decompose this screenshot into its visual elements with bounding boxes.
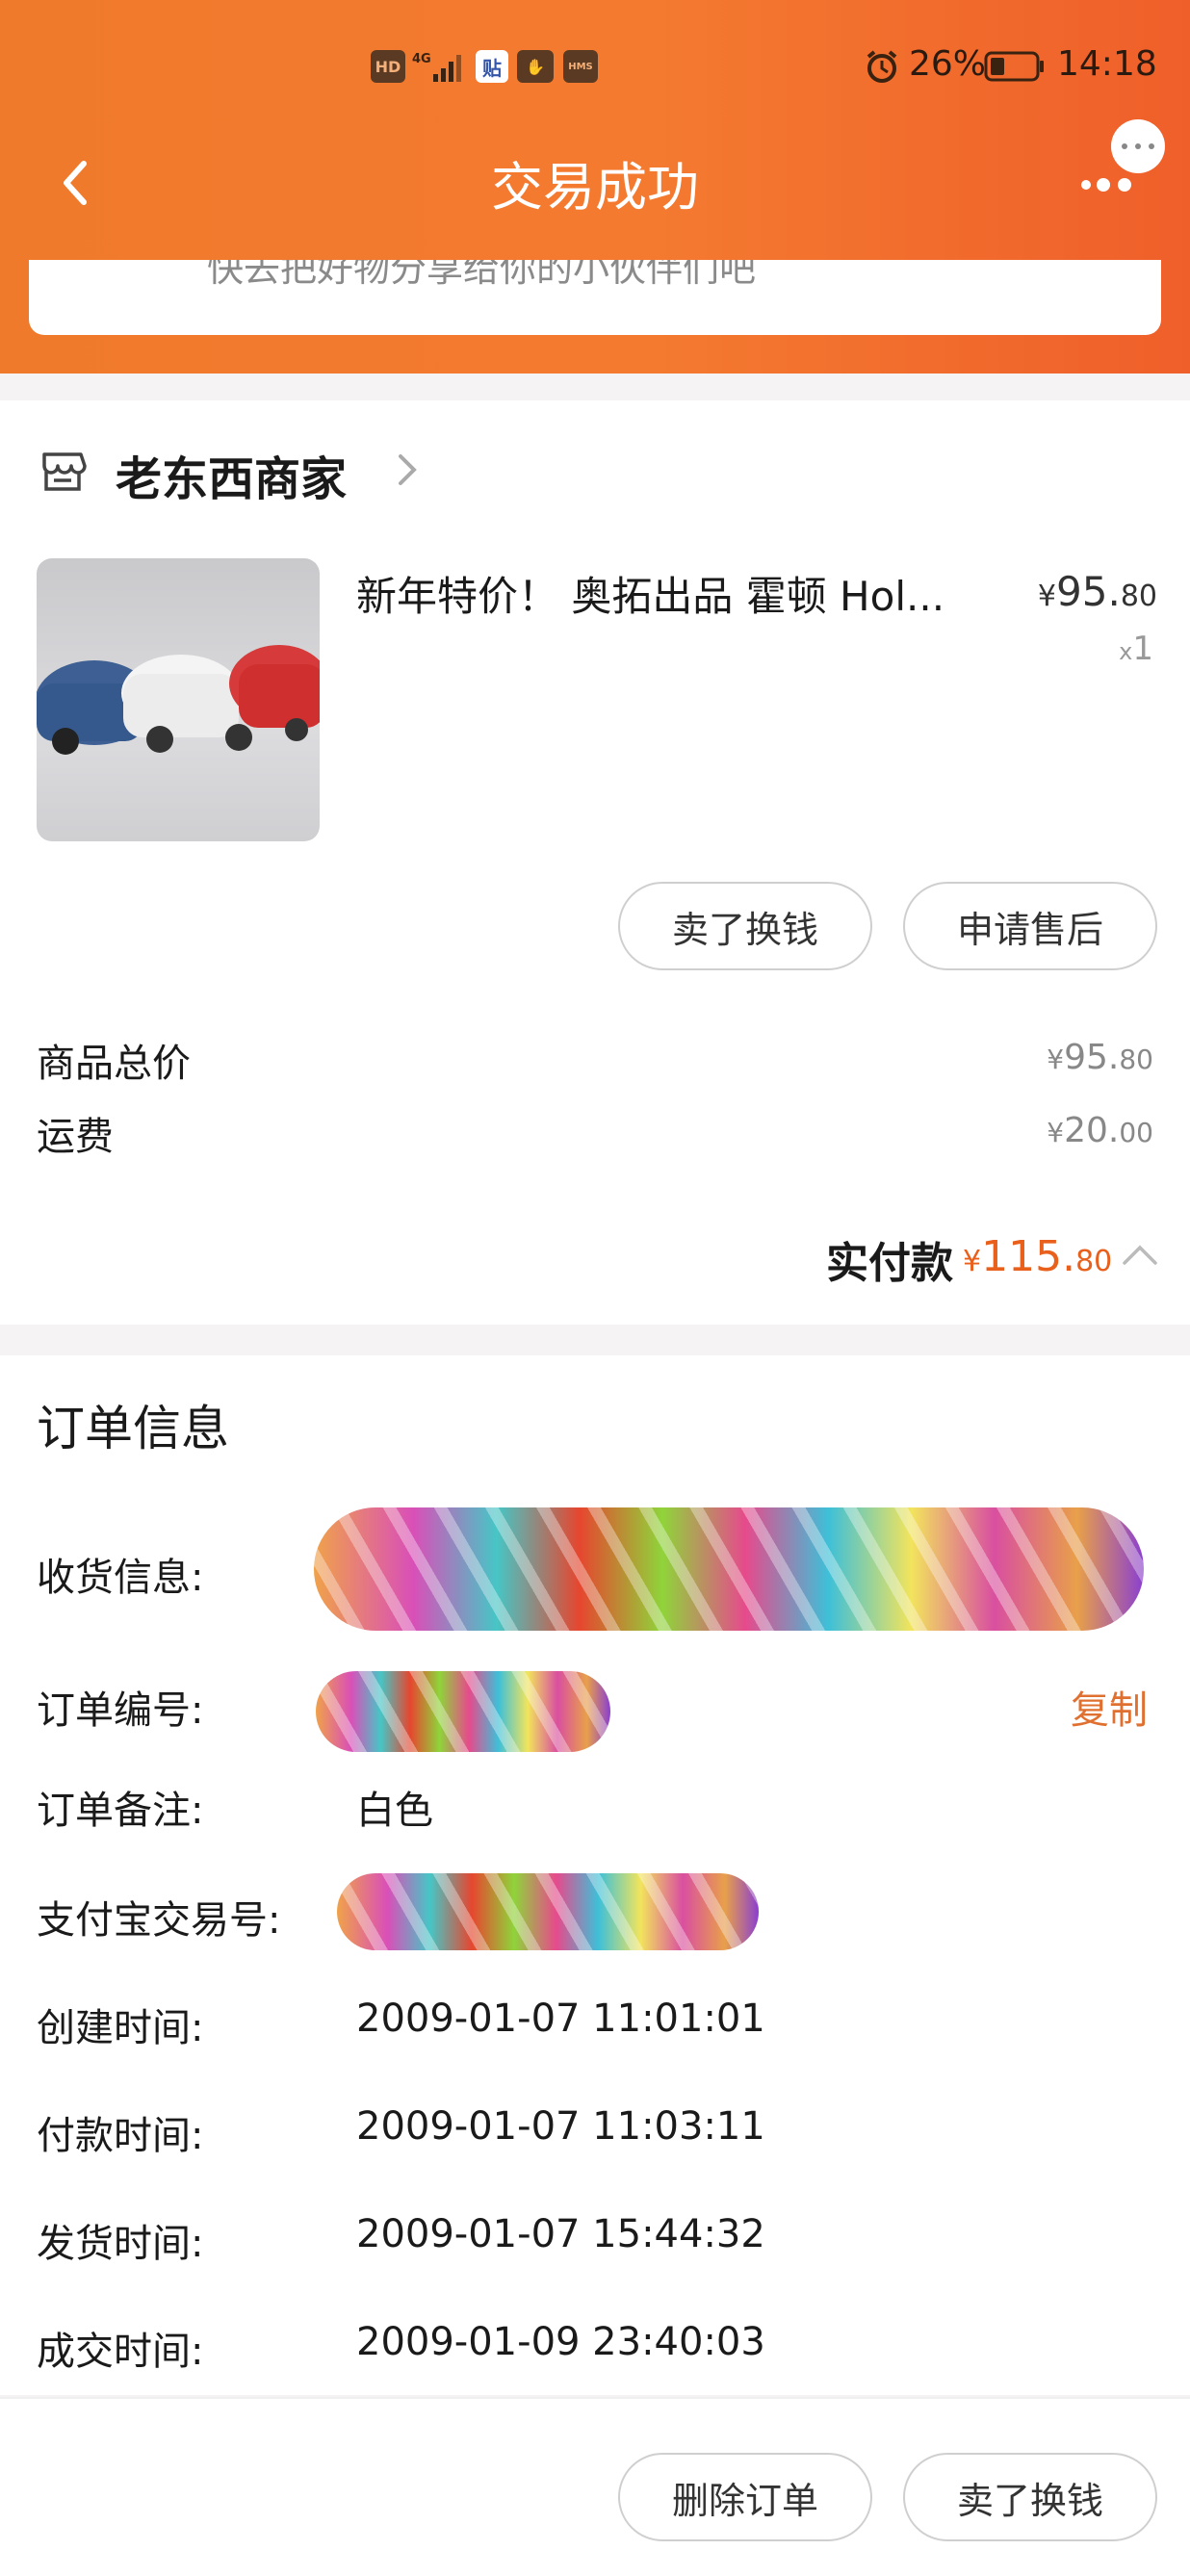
tag-app-icon: 贴 (476, 50, 508, 83)
chevron-right-icon[interactable] (395, 451, 420, 489)
shop-icon (42, 452, 87, 491)
shipped-time-label: 发货时间: (37, 2222, 204, 2266)
signal-icon: 4G (412, 50, 466, 83)
alarm-icon (863, 50, 901, 83)
redacted-shipping-info (314, 1507, 1144, 1631)
order-no-label: 订单编号: (37, 1688, 204, 1733)
product-title[interactable]: 新年特价！ 奥拓出品 霍顿 Hol... (356, 564, 992, 623)
more-button[interactable] (1069, 116, 1184, 202)
shipping-value: ¥20.00 (1047, 1111, 1153, 1150)
network-type-text: 4G (412, 52, 431, 66)
shipping-label: 运费 (37, 1115, 114, 1159)
clock: 14:18 (1057, 44, 1157, 84)
paid-label: 实付款 (826, 1239, 953, 1288)
remark-value: 白色 (356, 1789, 433, 1833)
sell-button[interactable]: 卖了换钱 (618, 882, 872, 970)
after-sale-button[interactable]: 申请售后 (903, 882, 1157, 970)
completed-time-value: 2009-01-09 23:40:03 (356, 2320, 765, 2364)
product-quantity: x1 (1119, 630, 1153, 668)
paid-time-label: 付款时间: (37, 2114, 204, 2158)
order-card (0, 400, 1190, 1325)
shipping-info-label: 收货信息: (37, 1556, 204, 1600)
completed-time-label: 成交时间: (37, 2330, 204, 2374)
redacted-alipay-no (337, 1873, 759, 1950)
copy-order-no-button[interactable]: 复制 (1071, 1679, 1148, 1735)
page-title: 交易成功 (491, 159, 699, 217)
goods-total-value: ¥95.80 (1047, 1038, 1153, 1077)
share-banner-text: 快去把好物分享给你的小伙伴们吧 (207, 260, 757, 290)
bottom-sell-button[interactable]: 卖了换钱 (903, 2453, 1157, 2541)
more-dots-icon (1081, 119, 1165, 192)
goods-total-label: 商品总价 (37, 1042, 191, 1086)
redacted-order-no (316, 1671, 610, 1752)
order-info-title: 订单信息 (37, 1401, 229, 1456)
hand-app-icon: ✋ (517, 50, 554, 83)
shipped-time-value: 2009-01-07 15:44:32 (356, 2212, 765, 2256)
hms-icon: HMS (563, 50, 598, 83)
paid-amount: ¥115.80 (963, 1232, 1113, 1281)
battery-icon (984, 50, 1046, 83)
share-banner[interactable]: 快去把好物分享给你的小伙伴们吧 (29, 260, 1161, 335)
created-time-label: 创建时间: (37, 2006, 204, 2050)
shop-name[interactable]: 老东西商家 (116, 441, 347, 508)
status-bar: HD 4G 贴 ✋ HMS 26% 14:18 (0, 39, 1190, 96)
alipay-no-label: 支付宝交易号: (37, 1898, 281, 1943)
remark-label: 订单备注: (37, 1789, 204, 1833)
header: HD 4G 贴 ✋ HMS 26% 14:18 交易成功 快去把好物分享给你的小… (0, 0, 1190, 374)
delete-order-button[interactable]: 删除订单 (618, 2453, 872, 2541)
product-price: ¥95.80 (1037, 568, 1157, 615)
chevron-up-icon[interactable] (1121, 1242, 1159, 1267)
paid-time-value: 2009-01-07 11:03:11 (356, 2104, 765, 2149)
created-time-value: 2009-01-07 11:01:01 (356, 1996, 765, 2041)
battery-percent: 26% (909, 44, 987, 84)
hd-icon: HD (371, 50, 405, 83)
product-image[interactable] (37, 558, 320, 841)
